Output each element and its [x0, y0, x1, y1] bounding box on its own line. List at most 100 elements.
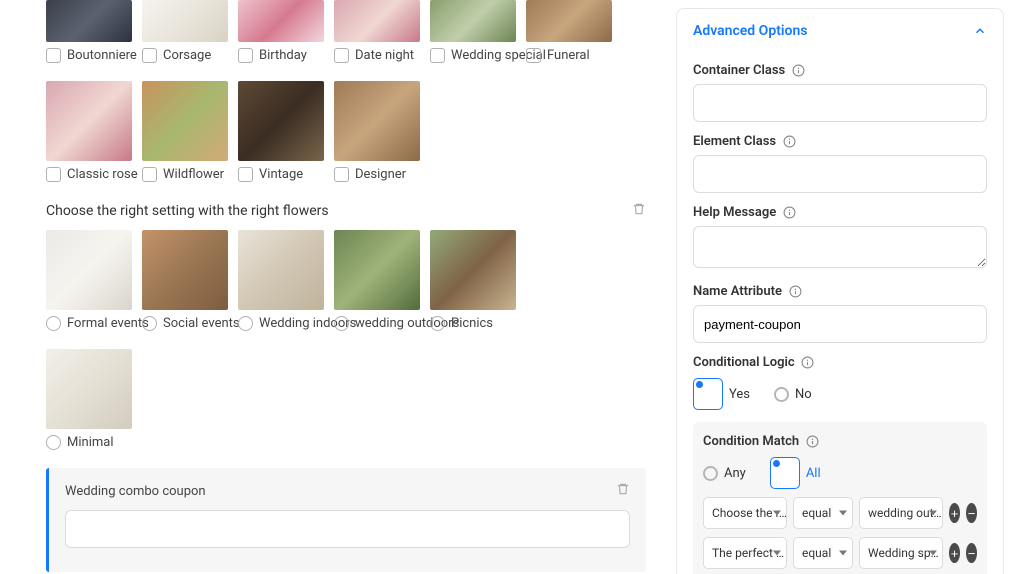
gallery-item: Classic rose [46, 81, 132, 182]
condition-match-box: Condition Match Any All Choose the r…equ… [693, 422, 987, 574]
conditional-logic-label: Conditional Logic [693, 355, 987, 370]
info-icon[interactable] [791, 64, 805, 78]
condition-match-label: Condition Match [703, 434, 977, 449]
checkbox-icon [46, 167, 61, 182]
thumbnail [430, 0, 516, 42]
checkbox-icon [334, 48, 349, 63]
match-any-radio[interactable]: Any [703, 457, 746, 489]
option-label: Birthday [259, 48, 307, 63]
form-builder-main: Boutonniere Corsage Birthday Date night Wedd… [0, 0, 676, 574]
thumbnail [142, 230, 228, 310]
gallery-item: Formal events [46, 230, 132, 331]
operator-select[interactable]: equal [793, 537, 853, 569]
help-message-input[interactable] [693, 226, 987, 268]
thumbnail [142, 0, 228, 42]
coupon-form-card[interactable]: Wedding combo coupon [46, 468, 646, 572]
radio-icon [430, 316, 445, 331]
radio-option[interactable]: Minimal [46, 435, 132, 450]
checkbox-option[interactable]: Wildflower [142, 167, 228, 182]
checkbox-option[interactable]: Wedding special [430, 48, 516, 63]
checkbox-option[interactable]: Boutonniere [46, 48, 132, 63]
flower-row-2: Classic rose Wildflower Vintage Designer [46, 81, 646, 182]
settings-sidebar: Advanced Options Container Class Element… [676, 0, 1024, 574]
checkbox-option[interactable]: Corsage [142, 48, 228, 63]
value-select[interactable]: wedding out… [859, 497, 943, 529]
option-label: Vintage [259, 167, 303, 182]
radio-option[interactable]: Formal events [46, 316, 132, 331]
info-icon[interactable] [782, 135, 796, 149]
element-class-label: Element Class [693, 134, 987, 149]
advanced-options-header[interactable]: Advanced Options [693, 9, 987, 51]
panel-title: Advanced Options [693, 23, 807, 39]
element-class-input[interactable] [693, 155, 987, 193]
option-label: Wildflower [163, 167, 224, 182]
radio-option[interactable]: Picnics [430, 316, 516, 331]
gallery-item: Funeral [526, 0, 612, 63]
info-icon[interactable] [805, 435, 819, 449]
setting-row-2: Minimal [46, 349, 646, 450]
checkbox-option[interactable]: Birthday [238, 48, 324, 63]
match-all-radio[interactable]: All [770, 457, 821, 489]
gallery-item: Date night [334, 0, 420, 63]
thumbnail [238, 0, 324, 42]
option-label: Date night [355, 48, 414, 63]
checkbox-icon [142, 167, 157, 182]
checkbox-option[interactable]: Funeral [526, 48, 612, 63]
thumbnail [46, 81, 132, 161]
thumbnail [334, 0, 420, 42]
name-attribute-label: Name Attribute [693, 284, 987, 299]
delete-card-icon[interactable] [616, 482, 630, 500]
checkbox-icon [334, 167, 349, 182]
checkbox-icon [526, 48, 541, 63]
checkbox-icon [238, 48, 253, 63]
radio-icon [46, 435, 61, 450]
thumbnail [334, 81, 420, 161]
remove-rule-button[interactable]: − [966, 543, 977, 563]
gallery-item: Picnics [430, 230, 516, 331]
condition-rule-row: Choose the r…equalwedding out… +− [703, 497, 977, 529]
radio-icon [142, 316, 157, 331]
option-label: Minimal [67, 435, 113, 450]
coupon-input[interactable] [65, 510, 630, 548]
info-icon[interactable] [782, 206, 796, 220]
add-rule-button[interactable]: + [949, 503, 960, 523]
info-icon[interactable] [788, 285, 802, 299]
info-icon[interactable] [801, 356, 815, 370]
help-message-label: Help Message [693, 205, 987, 220]
gallery-item: Wedding indoors [238, 230, 324, 331]
condition-rule-row: The perfect …equalWedding sp… +− [703, 537, 977, 569]
gallery-item: Vintage [238, 81, 324, 182]
setting-row-1: Formal eventsSocial eventsWedding indoor… [46, 230, 646, 331]
checkbox-option[interactable]: Designer [334, 167, 420, 182]
container-class-input[interactable] [693, 84, 987, 122]
flower-row-1: Boutonniere Corsage Birthday Date night Wedd… [46, 0, 646, 63]
value-select[interactable]: Wedding sp… [859, 537, 943, 569]
chevron-up-icon [973, 24, 987, 38]
thumbnail [526, 0, 612, 42]
checkbox-option[interactable]: Vintage [238, 167, 324, 182]
name-attribute-input[interactable] [693, 305, 987, 343]
delete-section-icon[interactable] [632, 202, 646, 220]
option-label: Picnics [451, 316, 493, 331]
radio-option[interactable]: Social events [142, 316, 228, 331]
checkbox-icon [46, 48, 61, 63]
field-select[interactable]: Choose the r… [703, 497, 787, 529]
checkbox-icon [430, 48, 445, 63]
conditional-yes-radio[interactable]: Yes [693, 378, 750, 410]
operator-select[interactable]: equal [793, 497, 853, 529]
coupon-card-title: Wedding combo coupon [65, 484, 206, 499]
thumbnail [46, 0, 132, 42]
section-heading: Choose the right setting with the right … [46, 202, 646, 220]
remove-rule-button[interactable]: − [966, 503, 977, 523]
option-label: Social events [163, 316, 240, 331]
radio-icon [334, 316, 349, 331]
conditional-no-radio[interactable]: No [774, 378, 812, 410]
add-rule-button[interactable]: + [949, 543, 960, 563]
field-select[interactable]: The perfect … [703, 537, 787, 569]
gallery-item: Boutonniere [46, 0, 132, 63]
radio-icon [238, 316, 253, 331]
radio-option[interactable]: Wedding indoors [238, 316, 324, 331]
checkbox-option[interactable]: Date night [334, 48, 420, 63]
radio-option[interactable]: wedding outdoors [334, 316, 420, 331]
checkbox-option[interactable]: Classic rose [46, 167, 132, 182]
